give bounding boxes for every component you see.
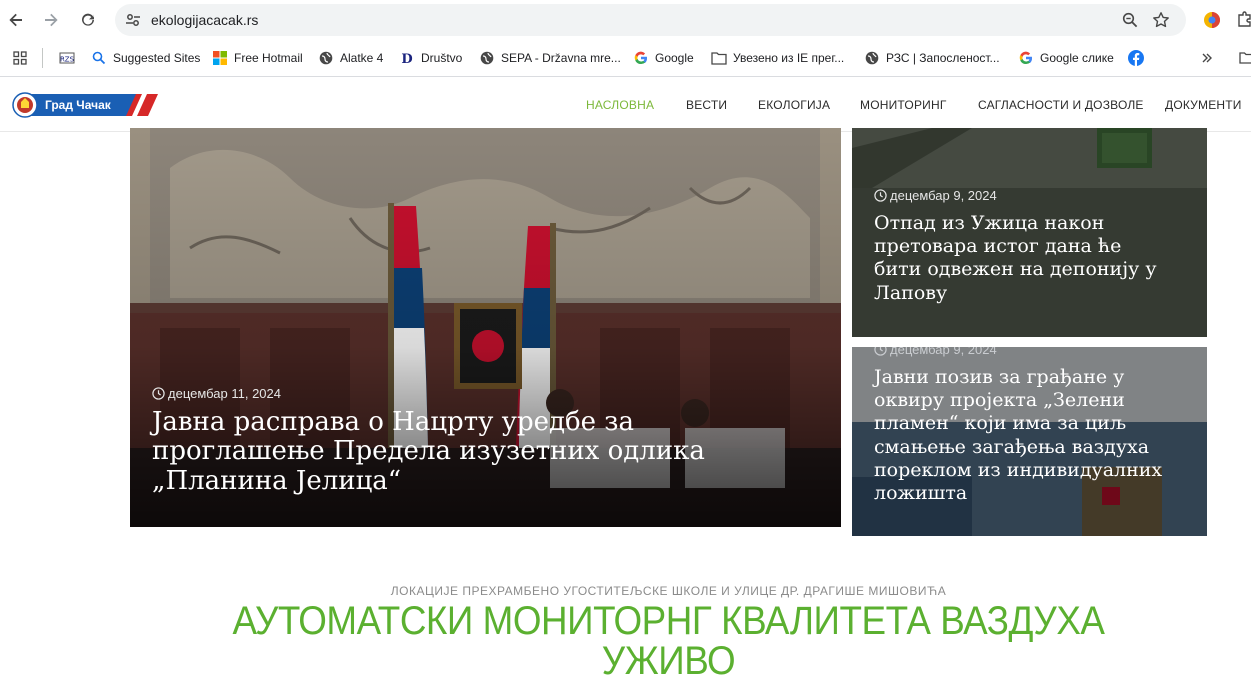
article-title[interactable]: Отпад из Ужица након претовара истог дан… xyxy=(874,212,1157,305)
apps-grid-button[interactable] xyxy=(12,49,34,67)
article-title-line: Лапову xyxy=(874,281,948,304)
bookmark-label: Google слике xyxy=(1040,51,1114,65)
section-title-line: УЖИВО xyxy=(601,639,736,683)
bookmark-label: Društvo xyxy=(421,51,463,65)
reload-button[interactable] xyxy=(74,6,102,34)
zoom-icon[interactable] xyxy=(1120,10,1140,30)
svg-text:D: D xyxy=(401,52,412,65)
apps-grid-icon xyxy=(12,50,28,66)
address-bar[interactable]: ekologijacacak.rs xyxy=(115,4,1186,36)
bookmark-rzs[interactable]: РЗС | Запосленост... xyxy=(864,49,1000,67)
featured-article-side-1[interactable]: децембар 9, 2024 Отпад из Ужица након пр… xyxy=(852,128,1207,337)
globe-icon xyxy=(479,50,495,66)
menu-item-documents[interactable]: ДОКУМЕНТИ xyxy=(1165,98,1242,112)
clock-icon xyxy=(874,347,887,356)
bookmark-drustvo[interactable]: D Društvo xyxy=(399,49,462,67)
svg-text:RZS: RZS xyxy=(60,56,75,64)
bookmark-label: Увезено из IE прег... xyxy=(733,51,845,65)
logo-text: Град Чачак xyxy=(45,98,111,112)
bookmark-label: SEPA - Državna mre... xyxy=(501,51,621,65)
article-title-line: ложишта xyxy=(874,481,968,504)
bookmarks-bar: RZS Suggested Sites Free Hotmail Alatke … xyxy=(0,40,1251,76)
article-date: децембар 9, 2024 xyxy=(874,347,997,357)
section-title: АУТОМАТСКИ МОНИТОРНГ КВАЛИТЕТА ВАЗДУХА У… xyxy=(0,601,1251,681)
folder-icon xyxy=(1238,50,1251,66)
bookmark-star-icon[interactable] xyxy=(1150,9,1172,31)
menu-item-news[interactable]: ВЕСТИ xyxy=(686,98,727,112)
url-text[interactable]: ekologijacacak.rs xyxy=(151,12,258,28)
all-bookmarks-folder-button[interactable] xyxy=(1238,49,1251,67)
featured-article-side-2[interactable]: децембар 9, 2024 Јавни позив за грађане … xyxy=(852,347,1207,536)
article-date: децембар 9, 2024 xyxy=(874,188,997,203)
article-title-line: пореклом из индивидуалних xyxy=(874,458,1163,481)
bookmark-label: Google xyxy=(655,51,694,65)
more-bookmarks-button[interactable] xyxy=(1199,49,1221,67)
bookmark-label: Free Hotmail xyxy=(234,51,303,65)
chevron-double-right-icon xyxy=(1199,50,1215,66)
section-title-line: АУТОМАТСКИ МОНИТОРНГ КВАЛИТЕТА ВАЗДУХА xyxy=(232,599,1105,643)
article-title-line: Јавна расправа о Нацрту уредбе за xyxy=(152,407,634,437)
google-icon xyxy=(1018,50,1034,66)
section-kicker: ЛОКАЦИЈЕ ПРЕХРАМБЕНО УГОСТИТЕЉСКЕ ШКОЛЕ … xyxy=(390,584,947,598)
article-title-line: Отпад из Ужица након xyxy=(874,212,1105,234)
bookmark-alatke[interactable]: Alatke 4 xyxy=(318,49,383,67)
article-title-line: Јавни позив за грађане у xyxy=(874,366,1125,388)
article-date-text: децембар 11, 2024 xyxy=(168,386,281,401)
reload-icon xyxy=(82,13,94,26)
bookmark-label: Suggested Sites xyxy=(113,51,201,65)
article-title[interactable]: Јавна расправа о Нацрту уредбе за прогла… xyxy=(152,407,705,496)
back-arrow-icon xyxy=(9,13,22,27)
bookmark-suggested-sites[interactable]: Suggested Sites xyxy=(91,49,200,67)
article-title-line: оквиру пројекта „Зелени xyxy=(874,389,1125,412)
forward-arrow-icon xyxy=(45,13,58,27)
d-logo-icon: D xyxy=(399,50,415,66)
site-info-icon[interactable] xyxy=(123,10,143,30)
back-button[interactable] xyxy=(2,6,30,34)
article-title[interactable]: Јавни позив за грађане у оквиру пројекта… xyxy=(874,366,1162,505)
bookmark-free-hotmail[interactable]: Free Hotmail xyxy=(212,49,303,67)
bookmark-facebook[interactable] xyxy=(1128,49,1150,67)
article-date-text: децембар 9, 2024 xyxy=(890,188,997,203)
bookmark-google-images[interactable]: Google слике xyxy=(1018,49,1114,67)
article-title-line: „Планина Јелица“ xyxy=(152,465,402,496)
article-date: децембар 11, 2024 xyxy=(152,386,281,401)
bookmark-ie-folder[interactable]: Увезено из IE прег... xyxy=(711,49,844,67)
clock-icon xyxy=(874,189,887,202)
bookmark-google[interactable]: Google xyxy=(633,49,694,67)
bookmark-label: Alatke 4 xyxy=(340,51,384,65)
extensions-puzzle-icon[interactable] xyxy=(1233,9,1251,31)
google-icon xyxy=(633,50,649,66)
bookmark-site-logo[interactable]: RZS xyxy=(59,49,81,67)
forward-button[interactable] xyxy=(37,6,65,34)
windows-icon xyxy=(212,50,228,66)
bookmarks-separator xyxy=(42,48,43,68)
browser-toolbar: ekologijacacak.rs xyxy=(0,0,1251,40)
search-icon xyxy=(91,50,107,66)
menu-item-monitoring[interactable]: МОНИТОРИНГ xyxy=(860,98,947,112)
globe-icon xyxy=(318,50,334,66)
clock-icon xyxy=(152,387,165,400)
article-title-line: претовара истог дана ће xyxy=(874,235,1122,258)
profile-extension-icon[interactable] xyxy=(1201,9,1223,31)
bookmark-sepa[interactable]: SEPA - Državna mre... xyxy=(479,49,621,67)
menu-item-home[interactable]: НАСЛОВНА xyxy=(586,98,654,112)
featured-article-main[interactable]: децембар 11, 2024 Јавна расправа о Нацрт… xyxy=(130,128,841,527)
article-title-line: пламен“ који има за циљ xyxy=(874,412,1126,435)
site-header: Град Чачак НАСЛОВНА ВЕСТИ ЕКОЛОГИЈА МОНИ… xyxy=(0,77,1251,132)
menu-item-permits[interactable]: САГЛАСНОСТИ И ДОЗВОЛЕ xyxy=(978,98,1144,112)
menu-item-ecology[interactable]: ЕКОЛОГИЈА xyxy=(758,98,830,112)
site-logo[interactable]: Град Чачак xyxy=(12,92,158,118)
folder-icon xyxy=(711,50,727,66)
site-logo-icon: RZS xyxy=(59,50,75,66)
article-title-line: бити одвежен на депонију у xyxy=(874,258,1157,281)
bookmark-label: РЗС | Запосленост... xyxy=(886,51,1000,65)
article-date-text: децембар 9, 2024 xyxy=(890,347,997,357)
globe-icon xyxy=(864,50,880,66)
facebook-icon xyxy=(1128,50,1144,66)
article-title-line: проглашење Предела изузетних одлика xyxy=(152,436,705,467)
article-title-line: смањење загађења ваздуха xyxy=(874,435,1150,458)
